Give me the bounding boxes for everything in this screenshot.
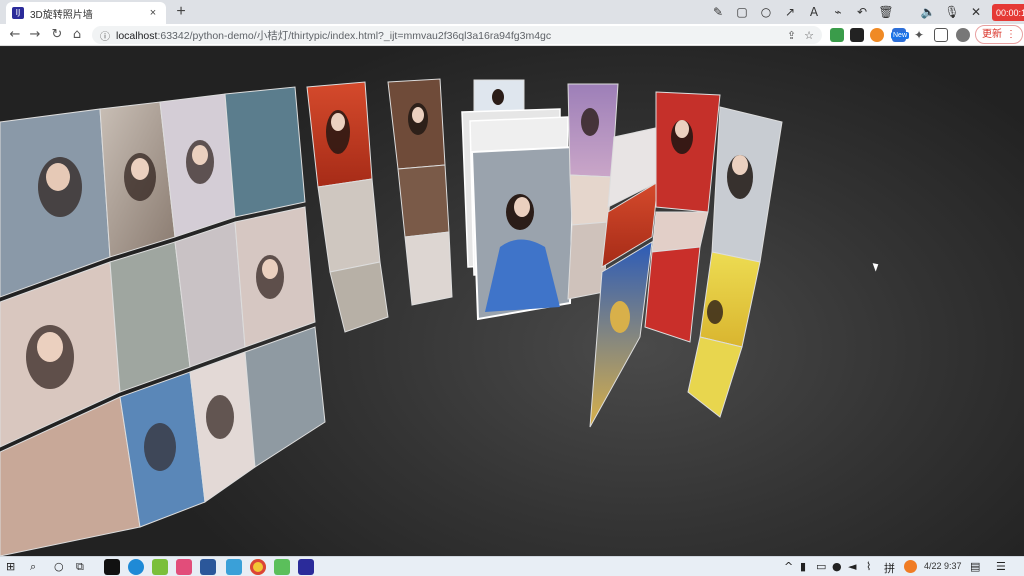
qq-icon[interactable]: ● xyxy=(832,560,842,573)
arrow-icon[interactable]: ↗ xyxy=(782,4,798,20)
forward-icon[interactable]: → xyxy=(26,26,44,44)
input-method-icon[interactable]: 拼 xyxy=(884,560,895,576)
share-icon[interactable]: ⇪ xyxy=(787,29,796,42)
update-button[interactable]: 更新 ⋮ xyxy=(975,25,1023,44)
close-icon[interactable]: ✕ xyxy=(968,4,984,20)
record-timer-stop-button[interactable]: 00:00:15 结束 xyxy=(992,3,1024,21)
browser-toolbar: ← → ↻ ⌂ ⓘ localhost:63342/python-demo/小桔… xyxy=(0,24,1024,46)
undo-icon[interactable]: ↶ xyxy=(854,4,870,20)
photo-column[interactable] xyxy=(387,78,453,306)
notes-icon[interactable]: ▤ xyxy=(970,560,980,573)
more-vert-icon: ⋮ xyxy=(1006,29,1016,40)
browser-tab[interactable]: IJ 3D旋转照片墙 × xyxy=(6,2,166,24)
url-text[interactable]: localhost:63342/python-demo/小桔灯/thirtypi… xyxy=(116,28,779,43)
avatar[interactable] xyxy=(956,28,970,42)
tiktok-icon[interactable] xyxy=(104,559,120,575)
circle-icon[interactable]: ○ xyxy=(758,4,774,20)
side-panel-icon[interactable] xyxy=(934,28,948,42)
intellij-icon[interactable] xyxy=(298,559,314,575)
photo-column[interactable] xyxy=(473,79,525,112)
extension-icon[interactable] xyxy=(850,28,864,42)
chevron-up-icon[interactable]: ^ xyxy=(784,560,793,573)
search-icon[interactable]: ⌕ xyxy=(30,560,36,574)
extension-icon[interactable] xyxy=(870,28,884,42)
chrome-icon[interactable] xyxy=(250,559,266,575)
word-icon[interactable] xyxy=(200,559,216,575)
notification-icon[interactable]: ☰ xyxy=(996,560,1006,573)
tab-close-icon[interactable]: × xyxy=(146,7,160,19)
pen-icon[interactable]: ✎ xyxy=(710,4,726,20)
edge-icon[interactable] xyxy=(128,559,144,575)
highlighter-icon[interactable]: ⌁ xyxy=(830,4,846,20)
address-bar[interactable]: ⓘ localhost:63342/python-demo/小桔灯/thirty… xyxy=(92,26,822,44)
tab-title: 3D旋转照片墙 xyxy=(30,9,93,21)
task-view-icon[interactable]: ⧉ xyxy=(76,560,84,574)
puzzle-icon[interactable]: ✦ xyxy=(914,28,928,42)
text-icon[interactable]: A xyxy=(806,4,822,20)
cortana-icon[interactable]: ○ xyxy=(54,560,64,573)
speaker-icon[interactable]: 🔈 xyxy=(920,4,936,20)
app-icon[interactable] xyxy=(226,559,242,575)
mic-icon[interactable]: 🎙 xyxy=(944,4,960,20)
bookmark-star-icon[interactable]: ☆ xyxy=(804,29,814,42)
photo-wall-stage[interactable] xyxy=(0,47,1024,556)
photo-column[interactable] xyxy=(306,81,389,333)
home-icon[interactable]: ⌂ xyxy=(68,26,86,44)
app-icon[interactable] xyxy=(176,559,192,575)
windows-taskbar: ⊞ ⌕ ○ ⧉ ^ ▮ ▭ ● ◄ ⌇ 拼 4/22 9:37 ▤ ☰ xyxy=(0,556,1024,576)
trash-icon[interactable]: 🗑 xyxy=(878,4,894,20)
screen-recorder-toolbar: ✎ ▢ ○ ↗ A ⌁ ↶ 🗑 🔈 🎙 ✕ 00:00:15 结束 xyxy=(710,2,1024,22)
clock[interactable]: 4/22 9:37 xyxy=(924,561,962,571)
reload-icon[interactable]: ↻ xyxy=(48,26,66,44)
speaker-icon[interactable]: ◄ xyxy=(848,560,856,573)
app-icon[interactable] xyxy=(904,560,917,573)
tray-icon[interactable]: ▮ xyxy=(800,560,806,573)
back-icon[interactable]: ← xyxy=(6,26,24,44)
photo-wall-svg xyxy=(0,78,783,556)
app-icon[interactable] xyxy=(274,559,290,575)
windows-start-icon[interactable]: ⊞ xyxy=(6,560,15,573)
new-badge: New xyxy=(891,32,910,39)
intellij-icon: IJ xyxy=(12,7,24,19)
extension-icon[interactable] xyxy=(830,28,844,42)
app-icon[interactable] xyxy=(152,559,168,575)
battery-icon[interactable]: ▭ xyxy=(816,560,826,573)
network-icon[interactable]: ⌇ xyxy=(866,560,871,573)
rectangle-icon[interactable]: ▢ xyxy=(734,4,750,20)
photo-card-front[interactable] xyxy=(461,108,576,321)
new-tab-button[interactable]: + xyxy=(172,3,190,21)
site-info-icon[interactable]: ⓘ xyxy=(100,28,110,43)
browser-tab-strip: IJ 3D旋转照片墙 × + ✎ ▢ ○ ↗ A ⌁ ↶ 🗑 🔈 🎙 ✕ 00:… xyxy=(0,0,1024,24)
